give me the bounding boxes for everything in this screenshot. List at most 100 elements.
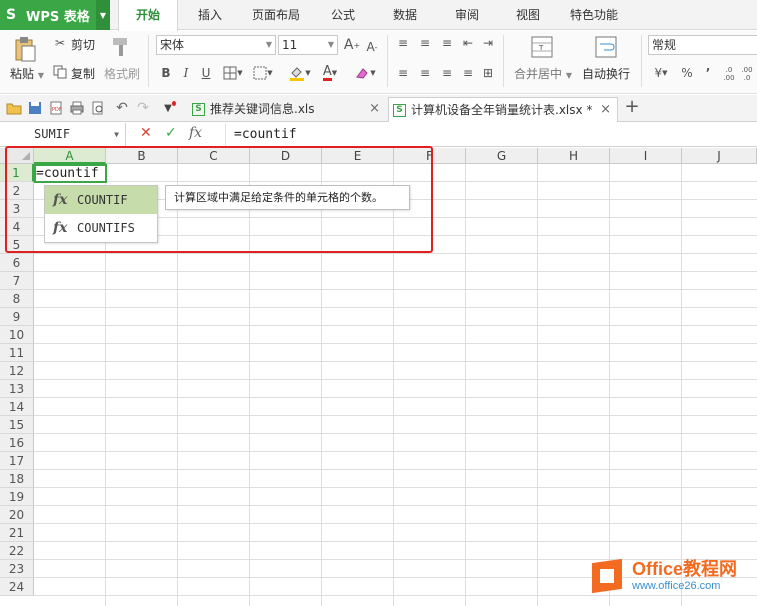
print-preview-icon[interactable] [90, 100, 106, 116]
open-folder-icon[interactable] [6, 100, 22, 116]
align-top-icon[interactable]: ≡ [395, 36, 411, 50]
redo-icon[interactable]: ↷ [135, 100, 151, 116]
scissors-icon[interactable]: ✂ [52, 35, 68, 51]
column-header-d[interactable]: D [250, 148, 322, 164]
justify-icon[interactable]: ≡ [460, 66, 476, 80]
align-right-icon[interactable]: ≡ [439, 66, 455, 80]
row-header-17[interactable]: 17 [0, 452, 34, 470]
tab-page-layout[interactable]: 页面布局 [243, 0, 309, 30]
row-header-21[interactable]: 21 [0, 524, 34, 542]
row-header-4[interactable]: 4 [0, 218, 34, 236]
copy-icon[interactable] [52, 64, 68, 80]
row-header-12[interactable]: 12 [0, 362, 34, 380]
row-header-7[interactable]: 7 [0, 272, 34, 290]
tab-review[interactable]: 审阅 [442, 0, 492, 30]
align-center-icon[interactable]: ≡ [417, 66, 433, 80]
app-menu-dropdown-icon[interactable]: ▼ [96, 0, 110, 30]
row-header-22[interactable]: 22 [0, 542, 34, 560]
row-header-9[interactable]: 9 [0, 308, 34, 326]
indent-icon[interactable]: ⇤ [460, 36, 476, 50]
paste-button[interactable]: 粘贴 ▼ [10, 65, 44, 82]
row-header-2[interactable]: 2 [0, 182, 34, 200]
cut-button[interactable]: 剪切 [71, 36, 95, 53]
row-header-23[interactable]: 23 [0, 560, 34, 578]
formula-input[interactable]: =countif [225, 123, 757, 146]
row-header-15[interactable]: 15 [0, 416, 34, 434]
font-color-icon[interactable]: A ▼ [318, 64, 342, 82]
row-header-6[interactable]: 6 [0, 254, 34, 272]
decrease-font-icon[interactable]: A- [363, 38, 381, 56]
row-header-3[interactable]: 3 [0, 200, 34, 218]
align-bottom-icon[interactable]: ≡ [439, 36, 455, 50]
bold-button[interactable]: B [158, 65, 174, 81]
row-header-13[interactable]: 13 [0, 380, 34, 398]
borders-icon[interactable]: ▼ [222, 65, 244, 81]
currency-icon[interactable]: ¥ ▼ [650, 65, 672, 81]
column-header-c[interactable]: C [178, 148, 250, 164]
percent-button[interactable]: % [679, 65, 695, 81]
document-tab-2[interactable]: S 计算机设备全年销量统计表.xlsx * × [388, 97, 618, 122]
column-header-i[interactable]: I [610, 148, 682, 164]
cell-a1[interactable]: =countif [35, 165, 99, 182]
merge-center-button[interactable]: 合并居中 ▼ [514, 65, 572, 82]
autocomplete-item-countifs[interactable]: fx COUNTIFS [45, 214, 157, 242]
merge-center-icon[interactable]: T [530, 35, 554, 59]
row-header-5[interactable]: 5 [0, 236, 34, 254]
comma-button[interactable]: ’ [700, 65, 716, 81]
decrease-decimal-button[interactable]: .00 .0 [740, 64, 754, 84]
confirm-formula-icon[interactable]: ✓ [165, 125, 177, 141]
font-name-select[interactable]: 宋体 ▼ [156, 35, 276, 55]
align-middle-icon[interactable]: ≡ [417, 36, 433, 50]
autocomplete-item-countif[interactable]: fx COUNTIF [45, 186, 157, 214]
number-format-select[interactable]: 常规 [648, 35, 757, 55]
row-header-20[interactable]: 20 [0, 506, 34, 524]
insert-function-icon[interactable]: fx [189, 125, 202, 141]
column-header-e[interactable]: E [322, 148, 394, 164]
spreadsheet-grid[interactable]: A B C D E F G H I J 1 2 3 4 5 6 7 8 9 10 11 12 13 14 1… [0, 148, 757, 606]
undo-icon[interactable]: ↶ [114, 100, 130, 116]
cancel-formula-icon[interactable]: ✕ [140, 125, 152, 141]
row-header-8[interactable]: 8 [0, 290, 34, 308]
copy-button[interactable]: 复制 [71, 65, 95, 82]
app-menu-button[interactable]: S WPS 表格 ▼ [0, 0, 110, 30]
row-header-16[interactable]: 16 [0, 434, 34, 452]
tab-formulas[interactable]: 公式 [318, 0, 368, 30]
column-header-h[interactable]: H [538, 148, 610, 164]
name-box[interactable]: SUMIF ▼ [0, 123, 126, 146]
row-header-19[interactable]: 19 [0, 488, 34, 506]
column-header-f[interactable]: F [394, 148, 466, 164]
column-header-j[interactable]: J [682, 148, 757, 164]
row-header-24[interactable]: 24 [0, 578, 34, 596]
align-left-icon[interactable]: ≡ [395, 66, 411, 80]
row-header-11[interactable]: 11 [0, 344, 34, 362]
column-header-g[interactable]: G [466, 148, 538, 164]
outdent-icon[interactable]: ⇥ [480, 36, 496, 50]
distributed-icon[interactable]: ⊞ [480, 66, 496, 80]
row-header-1[interactable]: 1 [0, 164, 34, 182]
underline-button[interactable]: U [198, 65, 214, 81]
font-size-select[interactable]: 11 ▼ [278, 35, 338, 55]
cell-style-icon[interactable]: ▼ [252, 65, 274, 81]
row-header-18[interactable]: 18 [0, 470, 34, 488]
new-tab-icon[interactable]: + [624, 96, 640, 117]
tab-special-features[interactable]: 特色功能 [562, 0, 626, 30]
tab-data[interactable]: 数据 [380, 0, 430, 30]
paste-icon[interactable] [12, 36, 38, 62]
increase-font-icon[interactable]: A + [343, 36, 361, 54]
format-painter-button[interactable]: 格式刷 [104, 65, 140, 82]
tab-view[interactable]: 视图 [503, 0, 553, 30]
clear-format-icon[interactable]: ▼ [350, 65, 380, 81]
wrap-text-icon[interactable] [594, 35, 618, 59]
document-tab-1[interactable]: S 推荐关键词信息.xls × [190, 97, 386, 122]
format-painter-icon[interactable] [108, 35, 134, 59]
row-header-14[interactable]: 14 [0, 398, 34, 416]
close-tab-icon[interactable]: × [600, 98, 611, 122]
tab-home[interactable]: 开始 [118, 0, 178, 31]
increase-decimal-button[interactable]: .0 .00 [722, 64, 736, 84]
row-header-10[interactable]: 10 [0, 326, 34, 344]
select-all-corner[interactable] [0, 148, 34, 164]
wrap-text-button[interactable]: 自动换行 [582, 65, 630, 82]
tab-insert[interactable]: 插入 [185, 0, 235, 30]
save-icon[interactable] [27, 100, 43, 116]
close-tab-icon[interactable]: × [369, 97, 380, 121]
